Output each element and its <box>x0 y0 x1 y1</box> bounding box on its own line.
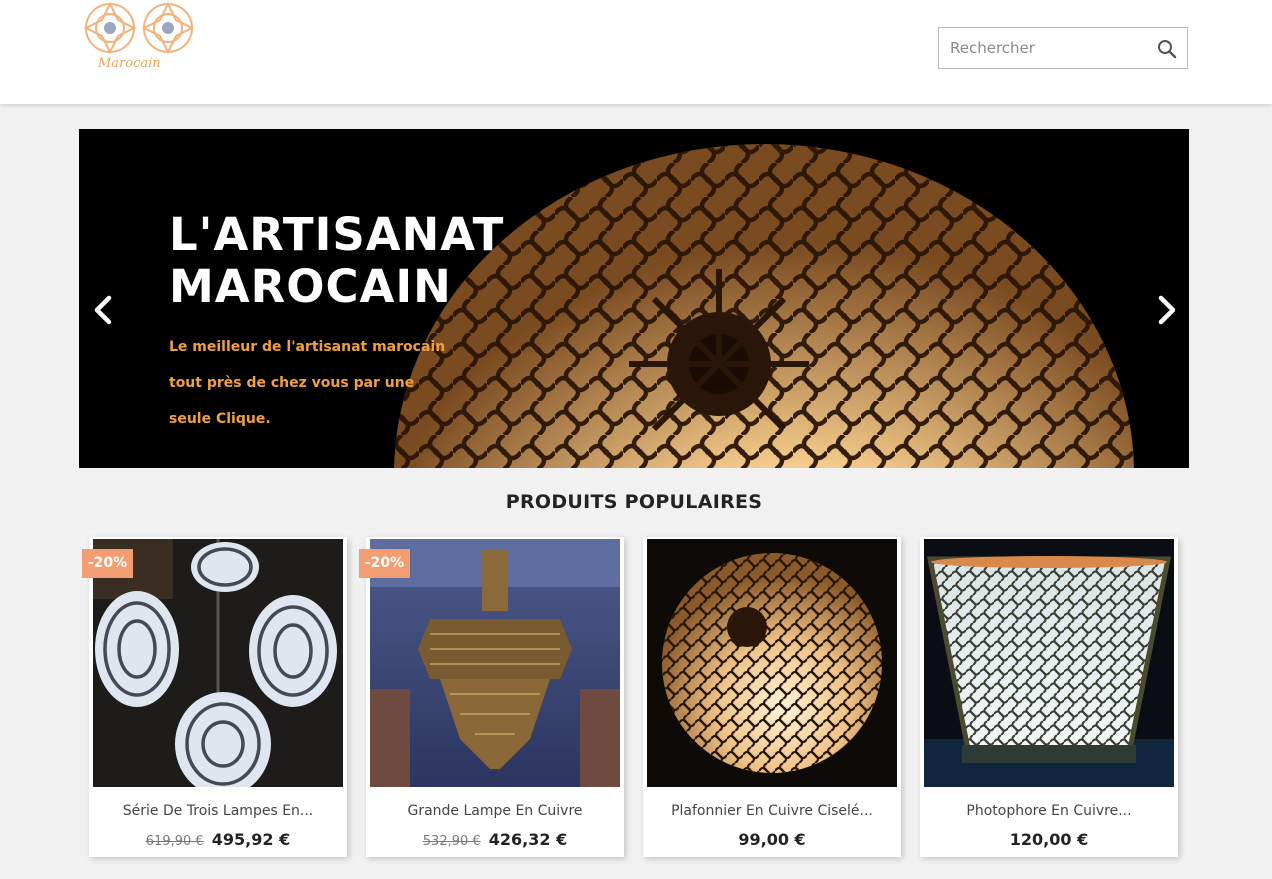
product-name[interactable]: Plafonnier En Cuivre Ciselé... <box>643 803 901 819</box>
hero-subtitle-line-3: seule Clique. <box>169 411 271 427</box>
product-price: 99,00 € <box>738 830 806 849</box>
product-name[interactable]: Photophore En Cuivre... <box>920 803 1178 819</box>
search-icon[interactable] <box>1157 39 1177 59</box>
product-name[interactable]: Grande Lampe En Cuivre <box>366 803 624 819</box>
product-price-row: 532,90 € 426,32 € <box>366 830 624 849</box>
product-price: 120,00 € <box>1009 830 1089 849</box>
hero-title-line-2: MAROCAIN <box>169 260 452 313</box>
search-input[interactable] <box>939 28 1149 68</box>
product-price-row: 120,00 € <box>920 830 1178 849</box>
product-name[interactable]: Série De Trois Lampes En... <box>89 803 347 819</box>
product-card[interactable]: Plafonnier En Cuivre Ciselé... 99,00 € <box>643 537 901 857</box>
product-card[interactable]: Série De Trois Lampes En... 619,90 € 495… <box>89 537 347 857</box>
site-header: Marocain <box>0 0 1272 104</box>
product-old-price: 532,90 € <box>422 834 481 849</box>
search-box <box>938 27 1188 69</box>
discount-badge: -20% <box>359 549 410 578</box>
chevron-left-icon[interactable] <box>89 292 119 328</box>
product-old-price: 619,90 € <box>145 834 204 849</box>
product-card[interactable]: Photophore En Cuivre... 120,00 € <box>920 537 1178 857</box>
hero-carousel: L'ARTISANAT MAROCAIN Le meilleur de l'ar… <box>79 129 1189 468</box>
hero-subtitle-line-2: tout près de chez vous par une <box>169 375 415 391</box>
product-price: 426,32 € <box>488 830 568 849</box>
hero-subtitle: Le meilleur de l'artisanat marocain tout… <box>169 329 469 437</box>
discount-badge: -20% <box>82 549 133 578</box>
logo-text: Marocain <box>98 56 161 71</box>
product-price: 495,92 € <box>211 830 291 849</box>
hero-title-line-1: L'ARTISANAT <box>169 208 505 261</box>
section-title: PRODUITS POPULAIRES <box>505 491 763 513</box>
chevron-right-icon[interactable] <box>1151 292 1181 328</box>
product-price-row: 619,90 € 495,92 € <box>89 830 347 849</box>
product-card[interactable]: Grande Lampe En Cuivre 532,90 € 426,32 € <box>366 537 624 857</box>
product-price-row: 99,00 € <box>643 830 901 849</box>
hero-title: L'ARTISANAT MAROCAIN <box>169 209 589 313</box>
product-image[interactable] <box>647 539 897 787</box>
product-image[interactable] <box>924 539 1174 787</box>
hero-subtitle-line-1: Le meilleur de l'artisanat marocain <box>169 339 446 355</box>
